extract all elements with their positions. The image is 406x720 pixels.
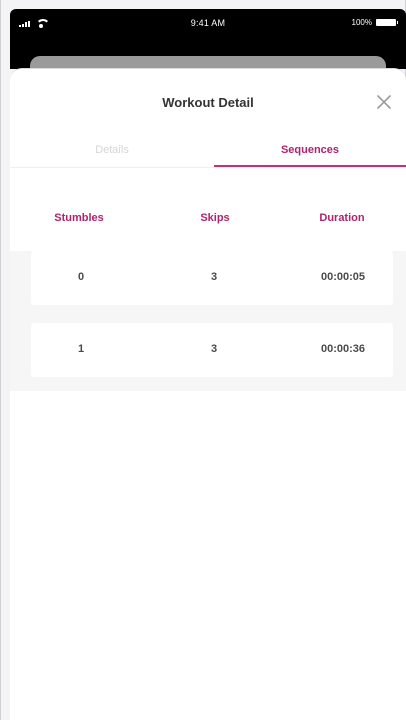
tab-divider xyxy=(10,167,406,168)
tab-details[interactable]: Details xyxy=(10,131,214,169)
table-row[interactable]: 0 3 00:00:05 xyxy=(31,251,393,305)
close-icon[interactable] xyxy=(375,93,393,111)
column-header-stumbles: Stumbles xyxy=(54,212,104,224)
battery-icon xyxy=(376,19,398,26)
cell-stumbles: 0 xyxy=(77,271,85,283)
tab-sequences[interactable]: Sequences xyxy=(214,131,406,169)
battery-indicator: 100% xyxy=(351,18,398,27)
column-header-duration: Duration xyxy=(319,212,365,224)
phone-screen: 9:41 AM 100% Workout Detail Details Sequ… xyxy=(0,0,406,720)
active-tab-indicator xyxy=(214,165,406,167)
cell-skips: 3 xyxy=(210,271,218,283)
tab-bar: Details Sequences xyxy=(10,131,406,169)
cell-duration: 00:00:36 xyxy=(320,343,366,355)
workout-detail-sheet: Workout Detail Details Sequences Stumble… xyxy=(10,68,406,720)
battery-percent: 100% xyxy=(351,18,372,27)
cell-skips: 3 xyxy=(210,343,218,355)
cell-duration: 00:00:05 xyxy=(320,271,366,283)
column-header-skips: Skips xyxy=(200,212,230,224)
status-time: 9:41 AM xyxy=(190,18,226,28)
table-row[interactable]: 1 3 00:00:36 xyxy=(31,323,393,377)
table-header: Stumbles Skips Duration xyxy=(10,212,406,228)
sheet-title: Workout Detail xyxy=(162,95,254,110)
cell-stumbles: 1 xyxy=(77,343,85,355)
sequence-list: 0 3 00:00:05 1 3 00:00:36 xyxy=(10,251,406,391)
